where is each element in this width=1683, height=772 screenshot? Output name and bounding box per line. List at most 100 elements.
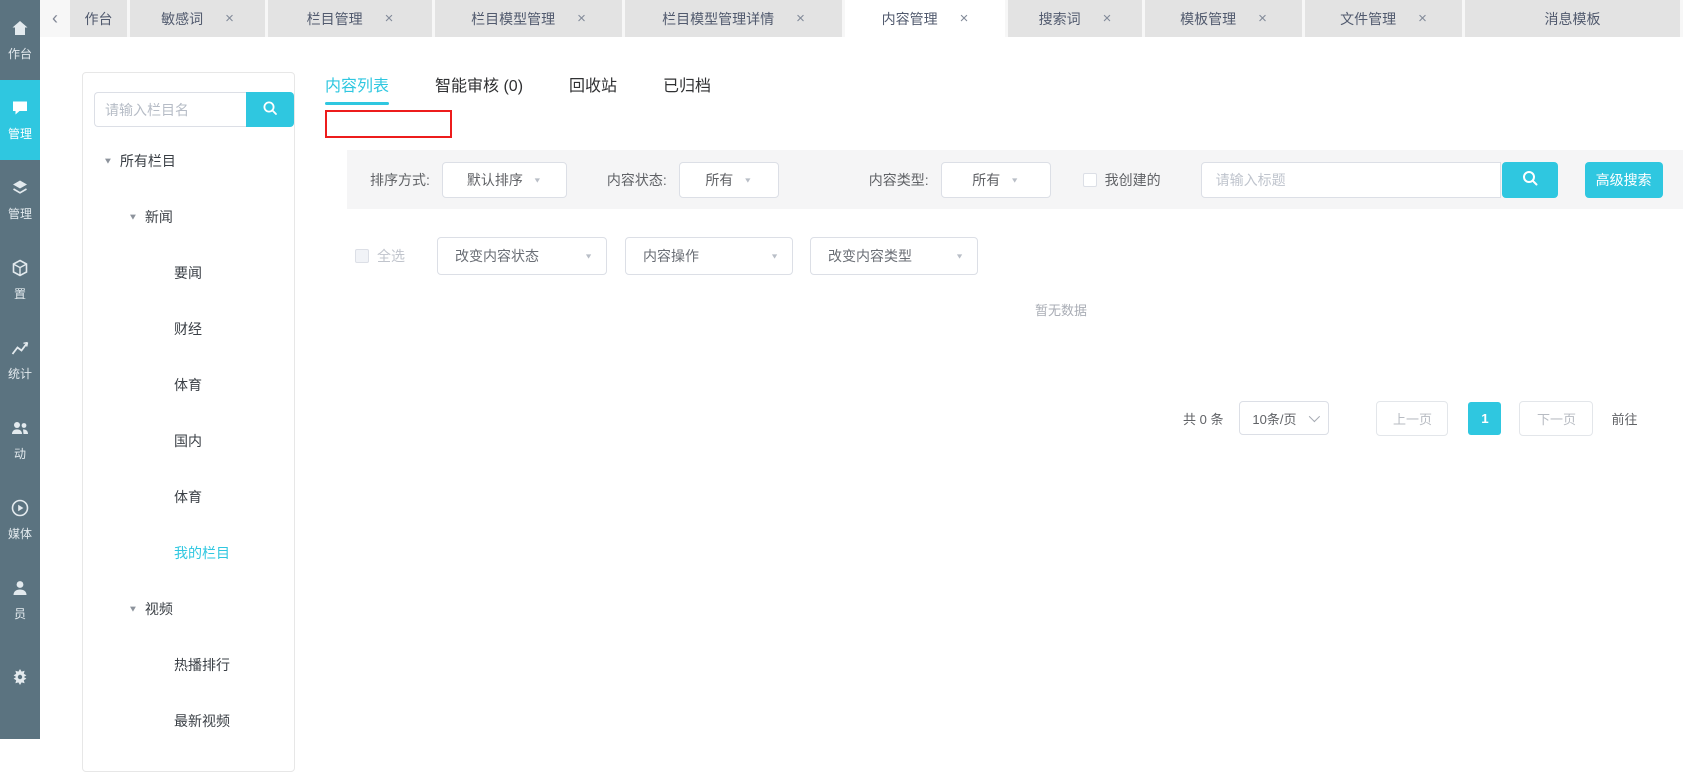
tab-column-model-detail[interactable]: 栏目模型管理详情 × (625, 0, 842, 37)
tree-node-label: 视频 (144, 601, 173, 617)
sidebar-item-label: 作台 (7, 47, 32, 61)
current-page-button[interactable]: 1 (1468, 401, 1502, 435)
sidebar-item-label: 员 (13, 607, 26, 621)
close-icon[interactable]: × (385, 11, 394, 26)
caret-down-icon[interactable]: ▼ (103, 156, 113, 165)
caret-down-icon[interactable]: ▼ (128, 212, 138, 221)
chevron-down-icon (1308, 410, 1320, 423)
tree-node-label: 所有栏目 (119, 153, 176, 169)
content-icon (10, 98, 30, 118)
caret-down-icon: ▼ (743, 175, 753, 184)
change-type-value: 改变内容类型 (828, 248, 912, 264)
caret-down-icon[interactable]: ▼ (128, 604, 138, 613)
close-icon[interactable]: × (1418, 11, 1427, 26)
column-search (94, 92, 294, 127)
sidebar-item-settings[interactable]: 置 (0, 240, 40, 320)
tab-search-words[interactable]: 搜索词 × (1008, 0, 1142, 37)
filter-bar: 排序方式: 默认排序 ▼ 内容状态: 所有 ▼ 内容类型: 所有 ▼ 我创建的 … (347, 150, 1683, 209)
close-icon[interactable]: × (1103, 11, 1112, 26)
title-search-button[interactable] (1501, 161, 1558, 198)
sidebar-item-label: 管理 (7, 127, 32, 141)
window-tab-bar: ‹ 作台 敏感词 × 栏目管理 × 栏目模型管理 × 栏目模型管理详情 × 内容… (40, 0, 1683, 37)
sort-select[interactable]: 默认排序 ▼ (441, 161, 567, 198)
tabs-back-button[interactable]: ‹ (40, 0, 70, 37)
tree-node-label: 国内 (174, 433, 202, 449)
tree-node-video[interactable]: ▼ 视频 (83, 581, 294, 637)
tree-node-my-columns[interactable]: 我的栏目 (83, 525, 294, 581)
tree-node-all-columns[interactable]: ▼ 所有栏目 (83, 133, 294, 189)
title-search-group (1200, 161, 1558, 198)
tab-label: 文件管理 (1340, 10, 1397, 27)
content-operation-select[interactable]: 内容操作 ▼ (625, 237, 793, 275)
tab-label: 搜索词 (1038, 10, 1081, 27)
tab-recycle-bin[interactable]: 回收站 (569, 72, 617, 105)
sidebar-item-members[interactable]: 员 (0, 560, 40, 640)
empty-state-text: 暂无数据 (1035, 303, 1088, 318)
column-search-input[interactable] (94, 92, 246, 127)
tab-message-template[interactable]: 消息模板 (1465, 0, 1680, 37)
tab-content-management[interactable]: 内容管理 × (845, 0, 1005, 37)
tab-workbench[interactable]: 作台 (70, 0, 127, 37)
tab-column-model-management[interactable]: 栏目模型管理 × (435, 0, 622, 37)
sidebar-item-activity[interactable]: 动 (0, 400, 40, 480)
tab-smart-review[interactable]: 智能审核 (0) (435, 72, 523, 105)
close-icon[interactable]: × (796, 11, 805, 26)
tab-label: 作台 (84, 10, 113, 27)
tab-label: 栏目模型管理 (471, 10, 556, 27)
page-size-select[interactable]: 10条/页 (1239, 401, 1330, 435)
type-select-value: 所有 (972, 171, 1001, 188)
change-status-select[interactable]: 改变内容状态 ▼ (437, 237, 607, 275)
tree-node-sports-2[interactable]: 体育 (83, 469, 294, 525)
tree-node-latest-videos[interactable]: 最新视频 (83, 693, 294, 749)
sidebar-item-statistics[interactable]: 统计 (0, 320, 40, 400)
tree-node-sports[interactable]: 体育 (83, 357, 294, 413)
title-search-input[interactable] (1200, 161, 1501, 198)
type-select[interactable]: 所有 ▼ (940, 161, 1051, 198)
tree-node-domestic[interactable]: 国内 (83, 413, 294, 469)
created-by-me-checkbox[interactable] (1082, 172, 1097, 187)
prev-page-button[interactable]: 上一页 (1376, 400, 1449, 436)
select-all-checkbox[interactable] (355, 249, 369, 263)
tab-content-list[interactable]: 内容列表 (325, 72, 390, 105)
advanced-search-button[interactable]: 高级搜索 (1584, 161, 1663, 198)
close-icon[interactable]: × (577, 11, 586, 26)
tab-archived[interactable]: 已归档 (663, 72, 711, 105)
sort-label: 排序方式: (370, 171, 430, 188)
close-icon[interactable]: × (1258, 11, 1267, 26)
sidebar-item-label: 媒体 (7, 527, 32, 541)
sidebar-item-column-management[interactable]: 管理 (0, 160, 40, 240)
sidebar-item-workbench[interactable]: 作台 (0, 0, 40, 80)
sidebar-item-bottom[interactable] (0, 640, 40, 720)
caret-down-icon: ▼ (1010, 175, 1020, 184)
next-page-button[interactable]: 下一页 (1519, 400, 1594, 436)
column-search-button[interactable] (246, 92, 294, 127)
gear-icon (10, 667, 30, 687)
close-icon[interactable]: × (225, 11, 234, 26)
tab-column-management[interactable]: 栏目管理 × (268, 0, 432, 37)
status-select[interactable]: 所有 ▼ (678, 161, 779, 198)
sidebar-item-media[interactable]: 媒体 (0, 480, 40, 560)
caret-down-icon: ▼ (532, 175, 542, 184)
people-icon (10, 418, 30, 438)
tree-node-headlines[interactable]: 要闻 (83, 245, 294, 301)
content-operation-value: 内容操作 (643, 248, 699, 264)
tree-node-hot-ranking[interactable]: 热播排行 (83, 637, 294, 693)
tab-template-management[interactable]: 模板管理 × (1145, 0, 1302, 37)
pagination: 共 0 条 10条/页 上一页 1 下一页 前往 (1183, 400, 1637, 436)
chart-icon (10, 338, 30, 358)
change-type-select[interactable]: 改变内容类型 ▼ (810, 237, 978, 275)
sidebar-item-label: 动 (13, 447, 26, 461)
select-all-label: 全选 (377, 248, 405, 264)
member-icon (10, 578, 30, 598)
sidebar-item-content-management[interactable]: 管理 (0, 80, 40, 160)
tree-node-news[interactable]: ▼ 新闻 (83, 189, 294, 245)
search-icon (262, 100, 278, 119)
caret-down-icon: ▼ (770, 252, 779, 260)
tree-node-finance[interactable]: 财经 (83, 301, 294, 357)
goto-page-label: 前往 (1611, 411, 1638, 427)
tab-file-management[interactable]: 文件管理 × (1305, 0, 1462, 37)
tree-node-label: 热播排行 (174, 657, 230, 673)
close-icon[interactable]: × (960, 11, 969, 26)
column-tree: ▼ 所有栏目 ▼ 新闻 要闻 财经 体育 国内 体育 我的栏目 ▼ 视频 热播排行 最… (83, 133, 294, 749)
tab-sensitive-words[interactable]: 敏感词 × (130, 0, 265, 37)
